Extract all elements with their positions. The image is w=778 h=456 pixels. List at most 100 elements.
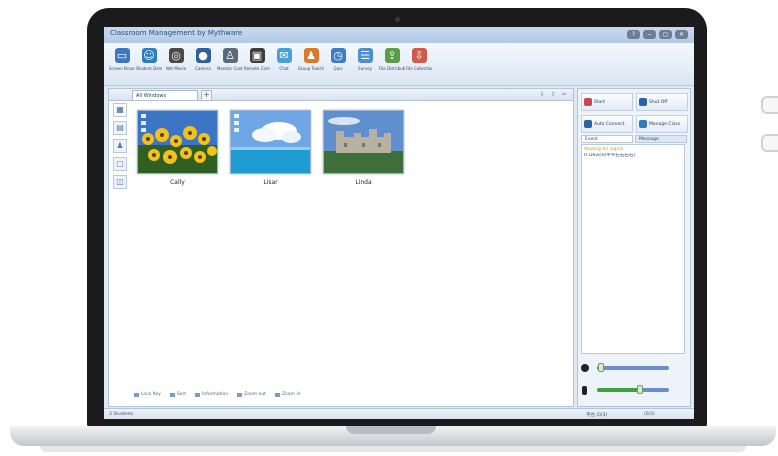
status-online: 平台 (0/3) (586, 413, 608, 418)
ribbon-button[interactable]: ◷ Quiz (326, 43, 350, 85)
quiz-clock-icon: ◷ (330, 48, 346, 63)
manage-class-label: Manage Class (649, 121, 681, 127)
minimize-button[interactable]: ‒ (643, 30, 656, 39)
close-button[interactable]: ✕ (675, 30, 688, 39)
file-collect-icon: ⇩ (411, 48, 427, 63)
student-screen-thumbnail[interactable] (323, 110, 404, 174)
ribbon-button[interactable]: ☰ Survey (353, 43, 377, 85)
ribbon-button[interactable]: ● Camera (191, 43, 215, 85)
microphone-volume-slider[interactable] (597, 385, 669, 394)
bottom-toolbar: Lock Key Sort Information Zoom out Zoom … (134, 392, 300, 397)
lock-icon (134, 392, 139, 397)
ribbon-button-label: Screen Broadcast (109, 66, 135, 71)
shut-off-button[interactable]: Shut Off (636, 93, 688, 111)
window-controls: ? ‒ ▢ ✕ (627, 30, 688, 39)
background-device (761, 96, 778, 114)
speaker-volume-slider[interactable] (597, 363, 669, 372)
blank-icon[interactable]: ▢ (113, 157, 127, 171)
tab-all-windows[interactable]: All Windows (132, 90, 198, 100)
ribbon-button[interactable]: ♟ Group Teaching (298, 43, 324, 85)
power-icon (639, 98, 647, 106)
student-grid: Cally Lisar Linda (137, 110, 404, 186)
terminal-icon: ▣ (249, 48, 265, 63)
speaker-icon (581, 364, 589, 372)
start-button[interactable]: Start (581, 93, 633, 111)
manage-class-button[interactable]: Manage Class (636, 115, 688, 133)
tab-message[interactable]: Message (635, 135, 687, 143)
ribbon-button[interactable]: ♙ Monitor Control (217, 43, 243, 85)
info-icon (195, 392, 201, 397)
student-tile[interactable]: Lisar (230, 110, 311, 186)
chat-bubble-icon: ✉ (276, 48, 292, 63)
ribbon-button[interactable]: ⇪ File Distribution (379, 43, 405, 85)
zoom-out-button[interactable]: Zoom out (237, 392, 266, 397)
sort-icon (169, 392, 175, 397)
ribbon-button-label: File Collection (406, 66, 432, 71)
tab-event[interactable]: Event (581, 135, 633, 143)
monitor-icon: ▭ (114, 48, 130, 63)
help-button[interactable]: ? (627, 30, 640, 39)
class-icon (639, 120, 647, 128)
tab-tools: ⇩ ⇧ ✂ (540, 91, 567, 98)
ribbon-toolbar: ▭ Screen Broadcast☺Student Demonstration◎… (104, 43, 694, 86)
laptop-shadow (40, 446, 746, 452)
ribbon-button-label: Group Teaching (298, 66, 324, 71)
ribbon-button-label: Camera (195, 66, 211, 71)
student-tile[interactable]: Cally (137, 110, 218, 186)
event-log: Waiting for signal Is Device(平平石石石石) (581, 144, 685, 354)
zoom-out-label: Zoom out (244, 392, 266, 397)
sort-button[interactable]: Sort (169, 392, 187, 397)
upload-icon[interactable]: ⇧ (551, 91, 556, 98)
tab-strip: All Windows + ⇩ ⇧ ✂ (109, 89, 573, 101)
slider-knob[interactable] (637, 385, 644, 394)
webcam-icon: ● (195, 48, 211, 63)
ribbon-button-label: Chat (279, 66, 289, 71)
ribbon-button[interactable]: ◎ Net Movie (164, 43, 188, 85)
student-screen-thumbnail[interactable] (230, 110, 311, 174)
speaker-volume (581, 359, 687, 377)
ribbon-button[interactable]: ▣ Remote Command (244, 43, 270, 85)
download-icon[interactable]: ⇩ (540, 91, 545, 98)
person-monitor-icon: ♙ (222, 48, 238, 63)
student-tile[interactable]: Linda (323, 110, 404, 186)
sort-label: Sort (176, 392, 187, 397)
maximize-button[interactable]: ▢ (659, 30, 672, 39)
ribbon-button-label: Net Movie (165, 66, 187, 71)
connect-icon (584, 120, 592, 128)
app-title: Classroom Management by Mythware (110, 29, 243, 37)
control-panel: Start Shut Off Auto Connect Manage Class… (577, 88, 691, 407)
information-label: Information (202, 392, 229, 397)
student-screen-thumbnail[interactable] (137, 110, 218, 174)
group-view-icon[interactable]: ♟ (113, 139, 127, 153)
ribbon-button-label: Monitor Control (217, 66, 243, 71)
ribbon-button-label: File Distribution (379, 66, 405, 71)
zoom-in-button[interactable]: Zoom in (274, 392, 300, 397)
ribbon-button[interactable]: ✉ Chat (272, 43, 296, 85)
class-actions: Start Shut Off Auto Connect Manage Class (581, 93, 688, 133)
group-icon: ♟ (303, 48, 319, 63)
add-tab-button[interactable]: + (201, 90, 212, 101)
ribbon-button[interactable]: ⇩ File Collection (406, 43, 432, 85)
scissors-icon[interactable]: ✂ (562, 91, 567, 98)
ribbon-button-label: Remote Command (244, 66, 270, 71)
thumbnail-view-icon[interactable]: ▦ (113, 103, 127, 117)
file-send-icon: ⇪ (384, 48, 400, 63)
information-button[interactable]: Information (195, 392, 228, 397)
laptop-notch (346, 426, 436, 434)
ribbon-button[interactable]: ▭ Screen Broadcast (109, 43, 135, 85)
list-view-icon[interactable]: ▤ (113, 121, 127, 135)
ribbon-button[interactable]: ☺ Student Demonstration (136, 43, 162, 85)
slider-fill (597, 388, 641, 392)
zoom-in-icon (274, 392, 280, 397)
lock-key-button[interactable]: Lock Key (134, 392, 161, 397)
auto-connect-button[interactable]: Auto Connect (581, 115, 633, 133)
student-name: Linda (355, 179, 372, 186)
seat-icon[interactable]: ◫ (113, 175, 127, 189)
title-bar: Classroom Management by Mythware ? ‒ ▢ ✕ (104, 27, 694, 43)
auto-connect-label: Auto Connect (594, 121, 625, 127)
start-label: Start (594, 99, 605, 105)
slider-knob[interactable] (598, 363, 605, 372)
student-name: Cally (170, 179, 185, 186)
lock-key-label: Lock Key (141, 392, 161, 397)
zoom-out-icon (237, 392, 243, 397)
